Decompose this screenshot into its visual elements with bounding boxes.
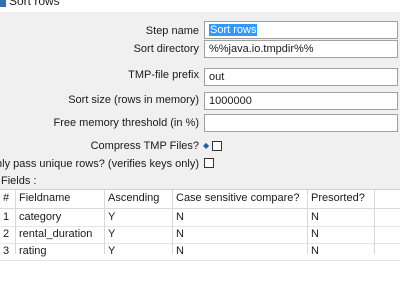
ascending-cell[interactable]: Y xyxy=(108,211,115,224)
row-number: 3 xyxy=(3,245,10,257)
free-memory-field[interactable] xyxy=(204,114,398,132)
sort-directory-field[interactable]: %%java.io.tmpdir%% xyxy=(204,40,398,58)
column-divider xyxy=(172,190,173,254)
case-sensitive-cell[interactable]: N xyxy=(176,211,184,224)
ascending-cell[interactable]: Y xyxy=(108,245,115,258)
case-sensitive-cell[interactable]: N xyxy=(176,245,184,258)
column-divider xyxy=(15,190,16,254)
table-row[interactable]: 3 rating Y N N xyxy=(0,243,400,260)
presorted-cell[interactable]: N xyxy=(311,228,319,241)
column-divider xyxy=(374,190,375,254)
column-divider xyxy=(104,190,105,254)
sort-size-field[interactable]: 1000000 xyxy=(204,92,398,110)
table-header-row: # Fieldname Ascending Case sensitive com… xyxy=(0,190,400,209)
fields-table: # Fieldname Ascending Case sensitive com… xyxy=(0,189,400,288)
title-bar: Sort rows xyxy=(0,0,400,12)
ascending-cell[interactable]: Y xyxy=(108,228,115,241)
variable-diamond-icon: ◆ xyxy=(203,141,210,150)
row-number: 1 xyxy=(3,211,10,223)
presorted-cell[interactable]: N xyxy=(311,245,319,258)
column-header-ascending[interactable]: Ascending xyxy=(108,192,159,205)
fieldname-cell[interactable]: category xyxy=(19,211,61,224)
sort-size-label: Sort size (rows in memory) xyxy=(68,94,199,106)
step-name-field[interactable]: Sort rows xyxy=(204,21,398,39)
sort-directory-label: Sort directory xyxy=(133,43,199,55)
step-name-label: Step name xyxy=(145,25,199,37)
window-title: Sort rows xyxy=(9,0,60,8)
row-divider xyxy=(0,243,400,244)
fieldname-cell[interactable]: rental_duration xyxy=(19,228,92,241)
fieldname-cell[interactable]: rating xyxy=(19,245,47,258)
unique-rows-checkbox[interactable] xyxy=(204,158,214,168)
free-memory-label: Free memory threshold (in %) xyxy=(53,117,200,129)
table-row[interactable]: 2 rental_duration Y N N xyxy=(0,226,400,243)
unique-rows-label: Only pass unique rows? (verifies keys on… xyxy=(0,158,199,170)
table-row[interactable]: 1 category Y N N xyxy=(0,209,400,226)
step-name-value: Sort rows xyxy=(209,24,258,36)
row-divider xyxy=(0,260,400,261)
column-header-number[interactable]: # xyxy=(3,192,9,205)
row-divider xyxy=(0,226,400,227)
column-header-fieldname[interactable]: Fieldname xyxy=(19,192,70,205)
column-divider xyxy=(307,190,308,254)
tmp-prefix-label: TMP-file prefix xyxy=(128,69,199,81)
compress-label: Compress TMP Files? xyxy=(90,140,199,152)
row-number: 2 xyxy=(3,228,10,240)
case-sensitive-cell[interactable]: N xyxy=(176,228,184,241)
compress-checkbox[interactable] xyxy=(212,141,222,151)
tmp-prefix-field[interactable]: out xyxy=(204,68,398,86)
column-header-presorted[interactable]: Presorted? xyxy=(311,192,365,205)
fields-label: Fields : xyxy=(1,175,37,187)
column-header-case-sensitive[interactable]: Case sensitive compare? xyxy=(176,192,300,205)
presorted-cell[interactable]: N xyxy=(311,211,319,224)
sort-rows-icon xyxy=(0,0,6,7)
